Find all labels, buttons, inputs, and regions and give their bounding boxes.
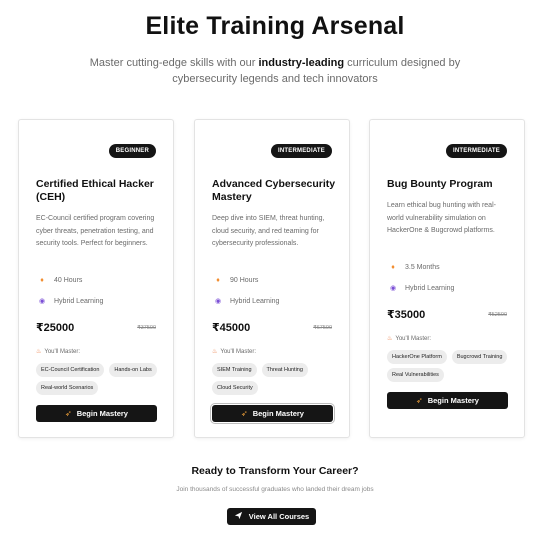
button-label: Begin Mastery [252,409,304,418]
old-price: ₹37500 [137,325,156,331]
master-label-text: You'll Master: [44,348,80,355]
course-card-ceh: BEGINNER Certified Ethical Hacker (CEH) … [18,119,174,438]
flame-icon: ♦ [216,277,220,284]
course-description: EC-Council certified program covering cy… [36,215,155,247]
duration-row: ♦ 90 Hours [212,277,258,284]
price: ₹45000 [212,322,251,334]
mode-row: ◉ Hybrid Learning [212,297,280,306]
master-label-text: You'll Master: [395,335,431,342]
page-subtitle: Master cutting-edge skills with our indu… [85,55,465,87]
level-badge: INTERMEDIATE [446,144,507,158]
course-description: Deep dive into SIEM, threat hunting, clo… [212,215,325,247]
course-title: Advanced Cybersecurity Mastery [212,178,336,203]
level-badge: BEGINNER [108,144,156,158]
skill-tags: EC-Council Certification Hands-on Labs R… [36,363,166,395]
fire-icon: ♨ [36,349,42,355]
skill-tag: Real Vulnerabilities [387,368,444,382]
globe-icon: ◉ [38,298,46,305]
mode-row: ◉ Hybrid Learning [387,284,455,293]
cta-heading: Ready to Transform Your Career? [191,465,359,477]
begin-mastery-button[interactable]: ➶ Begin Mastery [36,405,157,422]
duration-text: 40 Hours [54,277,83,284]
fire-icon: ♨ [212,349,218,355]
price: ₹25000 [36,322,75,334]
skill-tag: Threat Hunting [261,363,308,377]
old-price: ₹52500 [488,312,507,318]
skill-tag: HackerOne Platform [387,350,447,364]
duration-row: ♦ 3.5 Months [387,264,440,271]
course-card-advanced: INTERMEDIATE Advanced Cybersecurity Mast… [194,119,350,438]
course-title: Bug Bounty Program [387,178,493,190]
skill-tags: HackerOne Platform Bugcrowd Training Rea… [387,350,517,382]
price: ₹35000 [387,309,426,321]
mode-text: Hybrid Learning [405,284,455,292]
master-label-text: You'll Master: [220,348,256,355]
cta-subtext: Join thousands of successful graduates w… [176,486,374,493]
subtitle-text: Master cutting-edge skills with our [89,57,259,69]
page-title: Elite Training Arsenal [145,12,405,40]
duration-text: 90 Hours [230,277,259,284]
flame-icon: ♦ [391,264,395,271]
skill-tag: Cloud Security [212,381,258,395]
skill-tag: EC-Council Certification [36,363,105,377]
duration-text: 3.5 Months [405,264,440,271]
mode-text: Hybrid Learning [230,297,280,305]
mode-text: Hybrid Learning [54,297,104,305]
master-label: ♨ You'll Master: [36,348,80,356]
globe-icon: ◉ [389,285,397,292]
skill-tag: SIEM Training [212,363,257,377]
master-label: ♨ You'll Master: [387,335,431,343]
rocket-icon: ➶ [416,396,423,405]
course-description: Learn ethical bug hunting with real-worl… [387,202,496,234]
button-label: Begin Mastery [427,396,479,405]
skill-tags: SIEM Training Threat Hunting Cloud Secur… [212,363,342,395]
level-badge: INTERMEDIATE [271,144,332,158]
rocket-icon: ➶ [241,409,248,418]
skill-tag: Real-world Scenarios [36,381,99,395]
paper-plane-icon [234,511,243,522]
old-price: ₹67500 [313,325,332,331]
globe-icon: ◉ [214,298,222,305]
rocket-icon: ➶ [65,409,72,418]
duration-row: ♦ 40 Hours [36,277,82,284]
view-all-courses-button[interactable]: View All Courses [227,508,316,525]
begin-mastery-button[interactable]: ➶ Begin Mastery [387,392,508,409]
button-label: Begin Mastery [76,409,128,418]
mode-row: ◉ Hybrid Learning [36,297,104,306]
master-label: ♨ You'll Master: [212,348,256,356]
skill-tag: Hands-on Labs [109,363,157,377]
course-title: Certified Ethical Hacker (CEH) [36,178,154,203]
skill-tag: Bugcrowd Training [451,350,508,364]
course-card-bug-bounty: INTERMEDIATE Bug Bounty Program Learn et… [369,119,525,438]
flame-icon: ♦ [40,277,44,284]
subtitle-highlight: industry-leading [258,57,345,69]
button-label: View All Courses [248,512,310,521]
begin-mastery-button[interactable]: ➶ Begin Mastery [212,405,333,422]
fire-icon: ♨ [387,336,393,342]
